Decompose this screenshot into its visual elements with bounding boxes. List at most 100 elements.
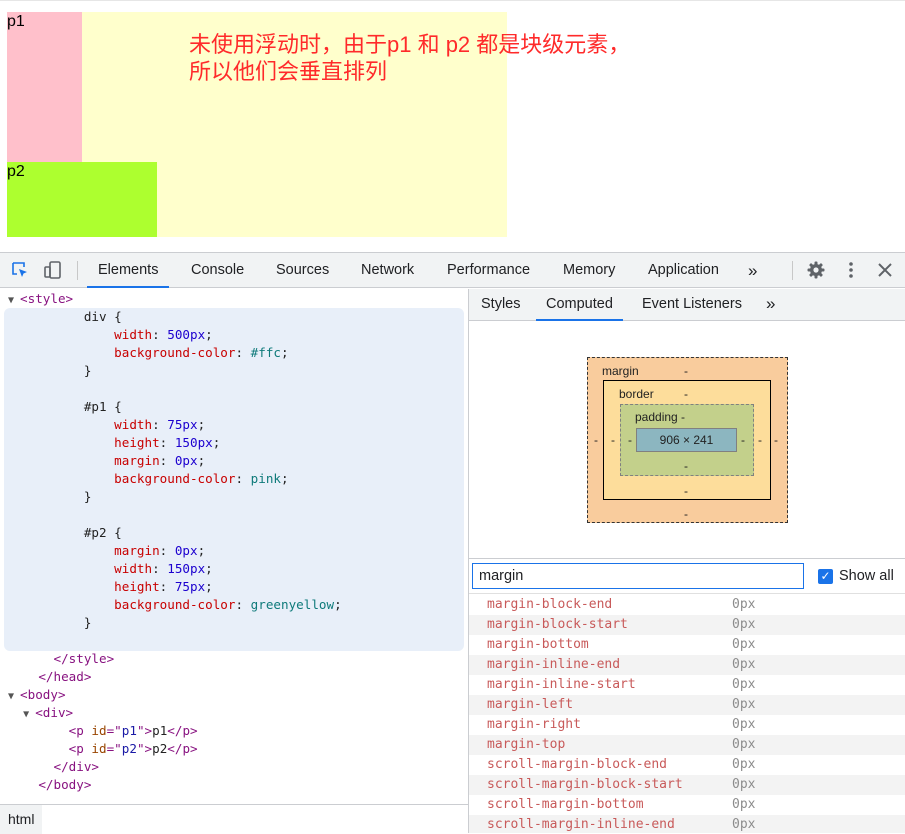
- tab-styles[interactable]: Styles: [481, 289, 521, 321]
- tab-application[interactable]: Application: [646, 253, 721, 288]
- computed-property-row[interactable]: scroll-margin-inline-end 0px: [469, 815, 905, 833]
- computed-property-row[interactable]: scroll-margin-block-start 0px: [469, 775, 905, 795]
- expand-triangle-icon[interactable]: ▼: [23, 709, 35, 720]
- tab-computed[interactable]: Computed: [536, 289, 623, 321]
- dom-tree-line[interactable]: background-color: pink;: [8, 470, 288, 488]
- tab-memory[interactable]: Memory: [561, 253, 617, 288]
- show-all-checkbox[interactable]: ✓: [818, 569, 833, 584]
- computed-property-name: margin-bottom: [487, 637, 589, 652]
- computed-properties-list[interactable]: margin-block-end 0px margin-block-start 0px…: [469, 595, 905, 833]
- more-tabs-icon[interactable]: »: [746, 253, 759, 288]
- code-token: ;: [197, 417, 206, 432]
- computed-property-row[interactable]: margin-block-start 0px: [469, 615, 905, 635]
- code-token: ;: [205, 579, 213, 594]
- dom-tree-line[interactable]: margin: 0px;: [8, 452, 205, 470]
- margin-label: margin: [602, 364, 639, 378]
- device-toggle-icon[interactable]: [42, 259, 64, 281]
- code-token: ;: [212, 435, 221, 450]
- dom-tree-line[interactable]: <p id="p1">p1</p>: [8, 722, 198, 740]
- code-token: </div>: [53, 759, 100, 774]
- sidebar-tabbar: Styles Computed Event Listeners »: [469, 289, 905, 321]
- p1-text: p1: [7, 13, 25, 30]
- border-top-value[interactable]: -: [684, 387, 688, 401]
- tab-event-listeners[interactable]: Event Listeners: [642, 289, 742, 321]
- computed-property-row[interactable]: margin-inline-start 0px: [469, 675, 905, 695]
- dom-tree-line[interactable]: }: [8, 488, 92, 506]
- close-icon[interactable]: [874, 259, 896, 281]
- computed-property-row[interactable]: margin-right 0px: [469, 715, 905, 735]
- computed-property-row[interactable]: margin-inline-end 0px: [469, 655, 905, 675]
- box-model-content-size[interactable]: 906 × 241: [636, 428, 737, 452]
- dom-tree-line[interactable]: [8, 380, 16, 398]
- tab-performance[interactable]: Performance: [445, 253, 532, 288]
- code-token: 150px: [174, 435, 213, 450]
- tab-sources[interactable]: Sources: [274, 253, 331, 288]
- expand-triangle-icon[interactable]: ▼: [8, 691, 20, 702]
- dom-tree-line[interactable]: #p2 {: [8, 524, 122, 542]
- dom-tree-line[interactable]: [8, 632, 16, 650]
- dom-tree-line[interactable]: #p1 {: [8, 398, 122, 416]
- code-token: <p: [68, 723, 92, 738]
- dom-tree-line[interactable]: ▼ <div>: [8, 704, 73, 722]
- dom-tree-line[interactable]: height: 75px;: [8, 578, 213, 596]
- dom-tree-line[interactable]: [8, 506, 16, 524]
- code-token: background-color: [114, 345, 236, 360]
- margin-top-value[interactable]: -: [684, 364, 688, 378]
- dom-tree-line[interactable]: </head>: [8, 668, 91, 686]
- computed-property-row[interactable]: margin-block-end 0px: [469, 595, 905, 615]
- dom-tree-line[interactable]: </div>: [8, 758, 100, 776]
- border-left-value[interactable]: -: [611, 433, 615, 447]
- computed-property-row[interactable]: margin-left 0px: [469, 695, 905, 715]
- kebab-menu-icon[interactable]: [840, 259, 862, 281]
- padding-right-value[interactable]: -: [741, 433, 745, 447]
- dom-tree-line[interactable]: ▼ <style>: [8, 290, 73, 308]
- code-token: p2: [121, 741, 137, 756]
- dom-tree-line[interactable]: width: 500px;: [8, 326, 213, 344]
- computed-filter-input[interactable]: [472, 563, 804, 589]
- border-bottom-value[interactable]: -: [684, 484, 688, 498]
- expand-triangle-icon[interactable]: ▼: [8, 295, 20, 306]
- computed-property-row[interactable]: scroll-margin-block-end 0px: [469, 755, 905, 775]
- dom-tree-line[interactable]: </style>: [8, 650, 115, 668]
- margin-left-value[interactable]: -: [594, 433, 598, 447]
- code-token: :: [235, 345, 251, 360]
- code-token: p1: [121, 723, 137, 738]
- dom-tree-line[interactable]: background-color: greenyellow;: [8, 596, 342, 614]
- tab-elements[interactable]: Elements: [87, 253, 170, 288]
- dom-tree-line[interactable]: }: [8, 614, 92, 632]
- code-token: greenyellow: [250, 597, 335, 612]
- settings-gear-icon[interactable]: [805, 259, 827, 281]
- computed-property-row[interactable]: scroll-margin-bottom 0px: [469, 795, 905, 815]
- padding-bottom-value[interactable]: -: [684, 459, 688, 473]
- dom-tree-line[interactable]: ▼ <body>: [8, 686, 66, 704]
- border-right-value[interactable]: -: [758, 433, 762, 447]
- dom-tree-line[interactable]: div {: [8, 308, 122, 326]
- computed-property-value: 0px: [732, 637, 756, 652]
- code-token: ;: [197, 543, 206, 558]
- margin-bottom-value[interactable]: -: [684, 507, 688, 521]
- elements-dom-tree[interactable]: ▼ <style> div { width: 500px; background…: [0, 289, 468, 804]
- computed-filter-row: ✓ Show all: [469, 560, 905, 594]
- dom-tree-line[interactable]: </body>: [8, 776, 91, 794]
- code-token: #ffc: [250, 345, 281, 360]
- dom-tree-line[interactable]: margin: 0px;: [8, 542, 205, 560]
- inspect-element-icon[interactable]: [9, 259, 31, 281]
- more-sidebar-tabs-icon[interactable]: »: [766, 289, 775, 321]
- dom-tree-line[interactable]: width: 75px;: [8, 416, 205, 434]
- padding-left-value[interactable]: -: [628, 433, 632, 447]
- breadcrumb-html[interactable]: html: [0, 805, 43, 834]
- code-token: height: [114, 435, 160, 450]
- computed-property-name: margin-inline-start: [487, 677, 636, 692]
- margin-right-value[interactable]: -: [774, 433, 778, 447]
- dom-tree-line[interactable]: }: [8, 362, 92, 380]
- dom-tree-line[interactable]: width: 150px;: [8, 560, 213, 578]
- computed-property-row[interactable]: margin-bottom 0px: [469, 635, 905, 655]
- dom-tree-line[interactable]: background-color: #ffc;: [8, 344, 288, 362]
- show-all-label[interactable]: Show all: [839, 566, 894, 586]
- computed-property-row[interactable]: margin-top 0px: [469, 735, 905, 755]
- tab-console[interactable]: Console: [189, 253, 246, 288]
- dom-tree-line[interactable]: height: 150px;: [8, 434, 220, 452]
- dom-tree-line[interactable]: <p id="p2">p2</p>: [8, 740, 198, 758]
- tab-network[interactable]: Network: [359, 253, 416, 288]
